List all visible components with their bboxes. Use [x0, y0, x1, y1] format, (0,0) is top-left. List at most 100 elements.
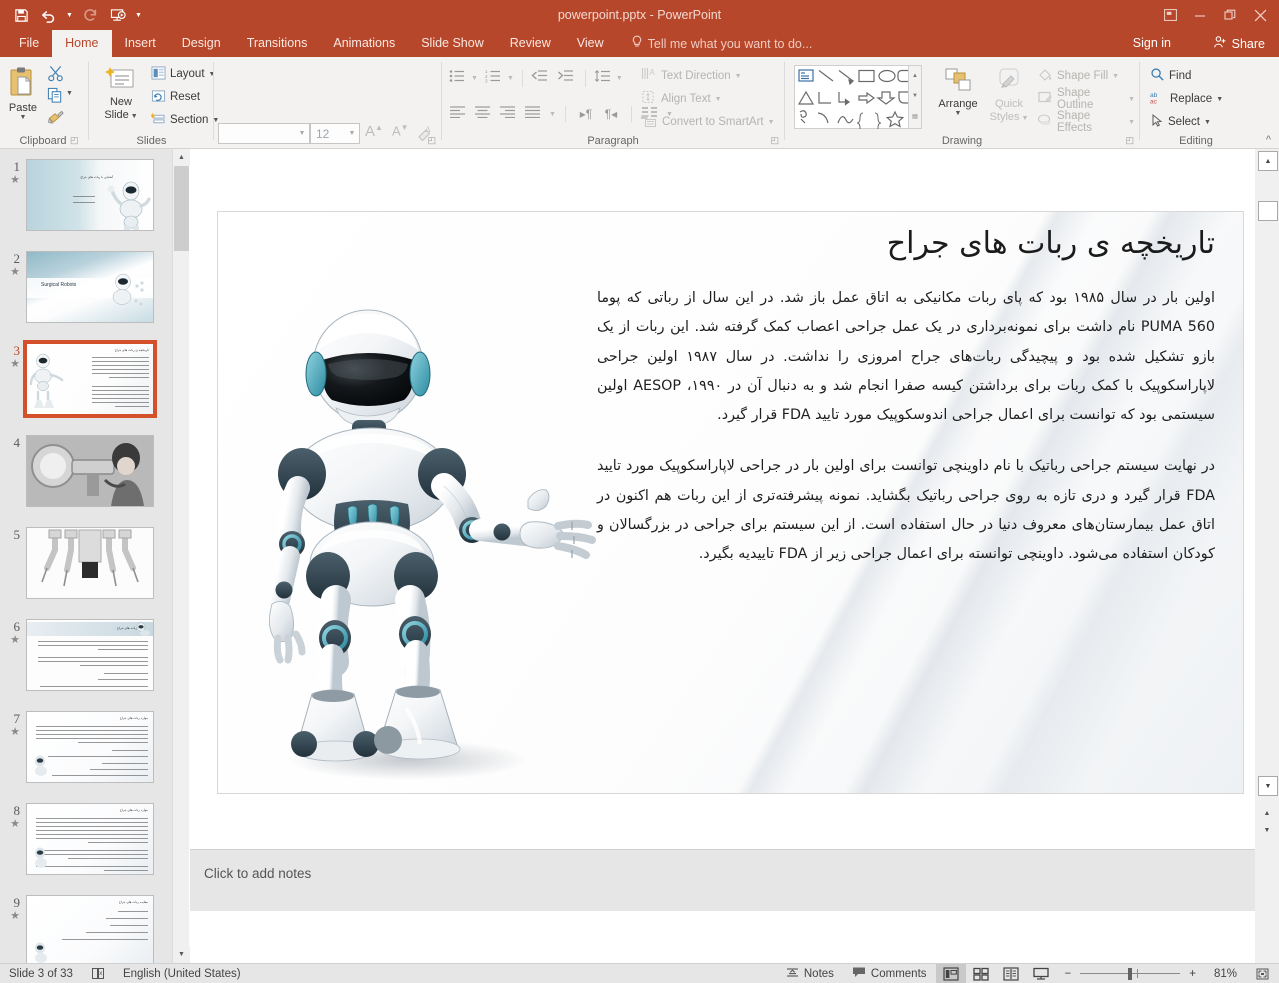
list-item[interactable]: 7 ★ موارد ربات های جراح — [0, 711, 172, 783]
justify-dropdown-icon[interactable]: ▼ — [549, 111, 556, 118]
reading-view-button[interactable] — [996, 964, 1026, 983]
layout-button[interactable]: Layout ▼ — [148, 63, 218, 85]
notes-pane[interactable]: Click to add notes — [190, 849, 1255, 911]
list-item[interactable]: 3 ★ تاریخچه ی ربات های جراح — [0, 340, 172, 418]
scrollbar-thumb[interactable] — [174, 166, 189, 251]
arrange-dropdown-icon[interactable]: ▼ — [955, 110, 962, 117]
font-name-input[interactable]: ▼ — [218, 123, 310, 144]
replace-dropdown-icon[interactable]: ▼ — [1216, 96, 1223, 103]
thumbnail-slide-7[interactable]: موارد ربات های جراح — [26, 711, 154, 783]
shape-effects-button[interactable]: Shape Effects ▼ — [1034, 110, 1138, 134]
line-spacing-dropdown-icon[interactable]: ▼ — [616, 75, 623, 82]
thumbnail-slide-4[interactable] — [26, 435, 154, 507]
tab-insert[interactable]: Insert — [112, 30, 169, 57]
line-spacing-button[interactable] — [594, 69, 614, 88]
list-item[interactable]: 5 — [0, 527, 172, 599]
slide-vertical-scrollbar[interactable]: ▲ ▼ ▲ ▼ — [1255, 149, 1279, 963]
select-dropdown-icon[interactable]: ▼ — [1204, 119, 1211, 126]
robot-illustration[interactable] — [240, 308, 610, 788]
shapes-scroll-down-icon[interactable]: ▼ — [909, 86, 921, 106]
clipboard-dialog-launcher-icon[interactable]: ◰ — [70, 135, 79, 146]
scroll-down-icon[interactable]: ▼ — [1258, 776, 1278, 796]
current-slide[interactable]: تاریخچه ی ربات های جراح اولین بار در سال… — [217, 211, 1244, 794]
minimize-icon[interactable] — [1185, 0, 1215, 30]
scrollbar-thumb[interactable] — [1258, 201, 1278, 221]
arrange-button[interactable]: Arrange ▼ — [932, 67, 984, 117]
align-center-button[interactable] — [474, 105, 496, 123]
slide-show-view-button[interactable] — [1026, 964, 1056, 983]
list-item[interactable]: 6 ★ ربات های جراح — [0, 619, 172, 691]
tell-me-search[interactable]: Tell me what you want to do... — [617, 30, 823, 57]
font-size-dropdown-icon[interactable]: ▼ — [345, 130, 359, 137]
fit-slide-to-window-button[interactable] — [1246, 964, 1279, 983]
find-button[interactable]: Find — [1147, 65, 1194, 87]
scroll-down-icon[interactable]: ▼ — [173, 946, 190, 963]
bullets-button[interactable] — [449, 69, 469, 88]
rtl-text-direction-button[interactable]: ¶◂ — [600, 107, 622, 121]
paste-button[interactable]: Paste ▼ — [6, 65, 40, 121]
cut-button[interactable] — [47, 65, 64, 87]
ltr-text-direction-button[interactable]: ▸¶ — [575, 107, 597, 121]
copy-button[interactable] — [47, 87, 64, 109]
close-icon[interactable] — [1245, 0, 1275, 30]
slide-thumbnail-pane[interactable]: 1 ★ آشنایی با ربات های جراح 2 ★ Surgical… — [0, 149, 172, 963]
list-item[interactable]: 2 ★ Surgical Robots — [0, 251, 172, 323]
zoom-level[interactable]: 81% — [1205, 964, 1246, 983]
tab-animations[interactable]: Animations — [320, 30, 408, 57]
copy-dropdown-icon[interactable]: ▼ — [66, 90, 73, 97]
zoom-slider[interactable] — [1080, 964, 1181, 983]
increase-font-size-button[interactable]: A▲ — [365, 123, 383, 140]
section-button[interactable]: Section ▼ — [148, 109, 222, 131]
shape-fill-dropdown-icon[interactable]: ▼ — [1112, 73, 1119, 80]
drawing-dialog-launcher-icon[interactable]: ◰ — [1125, 135, 1134, 146]
list-item[interactable]: 1 ★ آشنایی با ربات های جراح — [0, 159, 172, 231]
shape-outline-button[interactable]: Shape Outline ▼ — [1034, 87, 1138, 111]
justify-button[interactable] — [524, 105, 546, 123]
tab-file[interactable]: File — [6, 30, 52, 57]
scroll-up-icon[interactable]: ▲ — [1258, 151, 1278, 171]
thumbnail-slide-5[interactable] — [26, 527, 154, 599]
numbering-button[interactable]: 123 — [485, 69, 505, 88]
paragraph-dialog-launcher-icon[interactable]: ◰ — [770, 135, 779, 146]
align-right-button[interactable] — [499, 105, 521, 123]
thumbnail-slide-2[interactable]: Surgical Robots — [26, 251, 154, 323]
quick-styles-dropdown-icon[interactable]: ▼ — [1020, 115, 1028, 122]
decrease-indent-button[interactable] — [531, 69, 551, 88]
font-size-input[interactable]: 12 ▼ — [310, 123, 360, 144]
slide-title[interactable]: تاریخچه ی ربات های جراح — [595, 224, 1215, 265]
align-text-dropdown-icon[interactable]: ▼ — [715, 96, 722, 103]
shapes-more-icon[interactable]: ▤ — [909, 106, 921, 126]
smartart-dropdown-icon[interactable]: ▼ — [768, 119, 775, 126]
numbering-dropdown-icon[interactable]: ▼ — [507, 75, 514, 82]
decrease-font-size-button[interactable]: A▼ — [392, 123, 409, 138]
collapse-ribbon-button[interactable]: ^ — [1266, 134, 1271, 146]
shape-effects-dropdown-icon[interactable]: ▼ — [1128, 119, 1135, 126]
thumbnail-slide-3[interactable]: تاریخچه ی ربات های جراح — [23, 340, 157, 418]
slide-sorter-view-button[interactable] — [966, 964, 996, 983]
previous-slide-icon[interactable]: ▲ — [1258, 804, 1276, 822]
tab-slide-show[interactable]: Slide Show — [408, 30, 497, 57]
tab-home[interactable]: Home — [52, 30, 112, 57]
zoom-out-button[interactable]: − — [1056, 964, 1081, 983]
sign-in-button[interactable]: Sign in — [1125, 30, 1179, 57]
increase-indent-button[interactable] — [557, 69, 577, 88]
list-item[interactable]: 4 — [0, 435, 172, 507]
restore-icon[interactable] — [1215, 0, 1245, 30]
next-slide-icon[interactable]: ▼ — [1258, 821, 1276, 839]
shapes-gallery[interactable]: ▲ ▼ ▤ — [794, 65, 922, 129]
convert-to-smartart-button[interactable]: Convert to SmartArt ▼ — [638, 111, 778, 133]
thumbnail-slide-8[interactable]: موارد ربات های جراح — [26, 803, 154, 875]
share-button[interactable]: Share — [1203, 30, 1275, 57]
scroll-up-icon[interactable]: ▲ — [173, 149, 190, 166]
tab-design[interactable]: Design — [169, 30, 234, 57]
thumbnail-pane-scrollbar[interactable]: ▲ ▼ — [172, 149, 190, 963]
paste-dropdown-icon[interactable]: ▼ — [20, 114, 27, 121]
zoom-slider-handle[interactable] — [1128, 967, 1133, 980]
notes-button[interactable]: Notes — [777, 964, 843, 983]
quick-styles-button[interactable]: Quick Styles ▼ — [986, 67, 1032, 123]
new-slide-dropdown-icon[interactable]: ▼ — [129, 113, 138, 120]
format-painter-button[interactable] — [47, 109, 65, 131]
tab-review[interactable]: Review — [497, 30, 564, 57]
thumbnail-slide-6[interactable]: ربات های جراح — [26, 619, 154, 691]
clear-formatting-button[interactable]: A — [416, 124, 434, 147]
